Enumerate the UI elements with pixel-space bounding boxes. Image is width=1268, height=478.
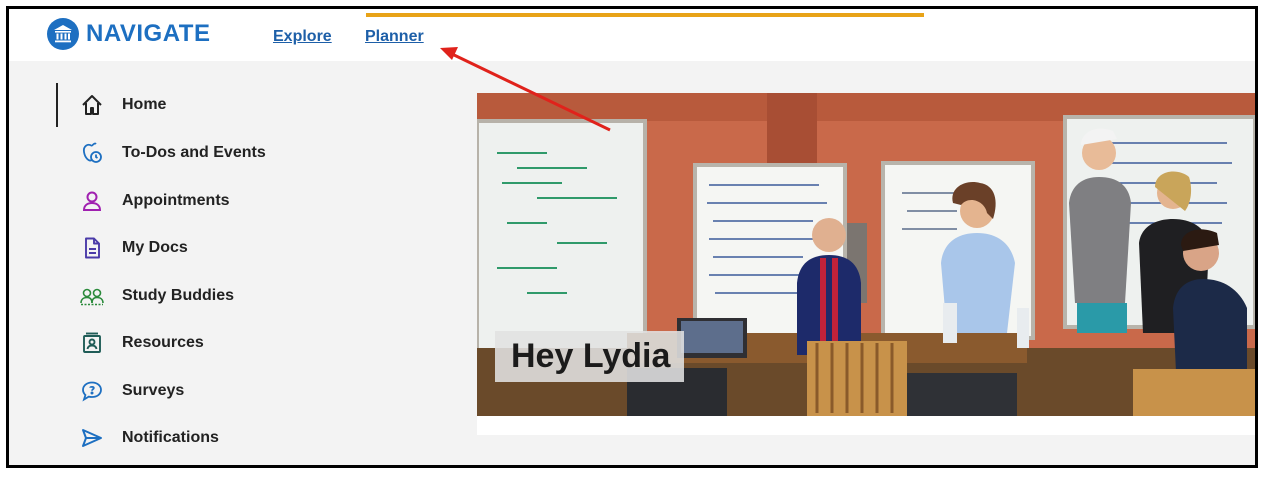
sidebar-item-study-buddies[interactable]: Study Buddies bbox=[79, 281, 234, 311]
institution-icon bbox=[47, 18, 79, 50]
sidebar-item-todos-and-events[interactable]: To-Dos and Events bbox=[79, 138, 266, 168]
sidebar-item-appointments[interactable]: Appointments bbox=[79, 186, 230, 216]
sidebar-item-label: Surveys bbox=[122, 382, 185, 399]
sidebar-item-label: Notifications bbox=[122, 429, 219, 446]
speech-bubble-icon bbox=[79, 378, 105, 404]
sidebar-item-my-docs[interactable]: My Docs bbox=[79, 233, 188, 263]
home-icon bbox=[79, 92, 105, 118]
sidebar-item-label: Study Buddies bbox=[122, 287, 235, 304]
todo-clock-icon bbox=[79, 140, 105, 166]
sidebar-item-notifications[interactable]: Notifications bbox=[79, 423, 219, 453]
document-icon bbox=[79, 235, 105, 261]
logo-text: NAVIGATE bbox=[86, 20, 211, 47]
sidebar-nav: Home To-Dos and Events Appointments My D… bbox=[9, 61, 469, 465]
sidebar-item-label: Home bbox=[122, 96, 167, 113]
sidebar-item-label: Appointments bbox=[122, 192, 230, 209]
sidebar-item-label: My Docs bbox=[122, 239, 188, 256]
app-window: NAVIGATE Explore Planner Home To-Dos and… bbox=[6, 6, 1258, 468]
navigate-logo[interactable]: NAVIGATE bbox=[47, 18, 210, 50]
sidebar-item-label: To-Dos and Events bbox=[122, 144, 266, 161]
explore-link[interactable]: Explore bbox=[273, 28, 332, 46]
paper-plane-icon bbox=[79, 425, 105, 451]
top-navigation-bar: NAVIGATE Explore Planner bbox=[9, 9, 1255, 61]
resources-icon bbox=[79, 330, 105, 356]
study-buddies-icon bbox=[79, 283, 105, 309]
sidebar-item-label: Resources bbox=[122, 334, 204, 351]
sidebar-item-home[interactable]: Home bbox=[79, 90, 166, 120]
sidebar-item-surveys[interactable]: Surveys bbox=[79, 376, 184, 406]
greeting-text: Hey Lydia bbox=[495, 331, 685, 382]
students-study-photo: Hey Lydia bbox=[477, 93, 1255, 416]
sidebar-item-resources[interactable]: Resources bbox=[79, 328, 204, 358]
active-tab-indicator bbox=[366, 13, 924, 17]
active-item-marker bbox=[56, 83, 58, 127]
welcome-banner: Hey Lydia bbox=[477, 93, 1255, 435]
planner-link[interactable]: Planner bbox=[365, 28, 424, 46]
person-icon bbox=[79, 188, 105, 214]
